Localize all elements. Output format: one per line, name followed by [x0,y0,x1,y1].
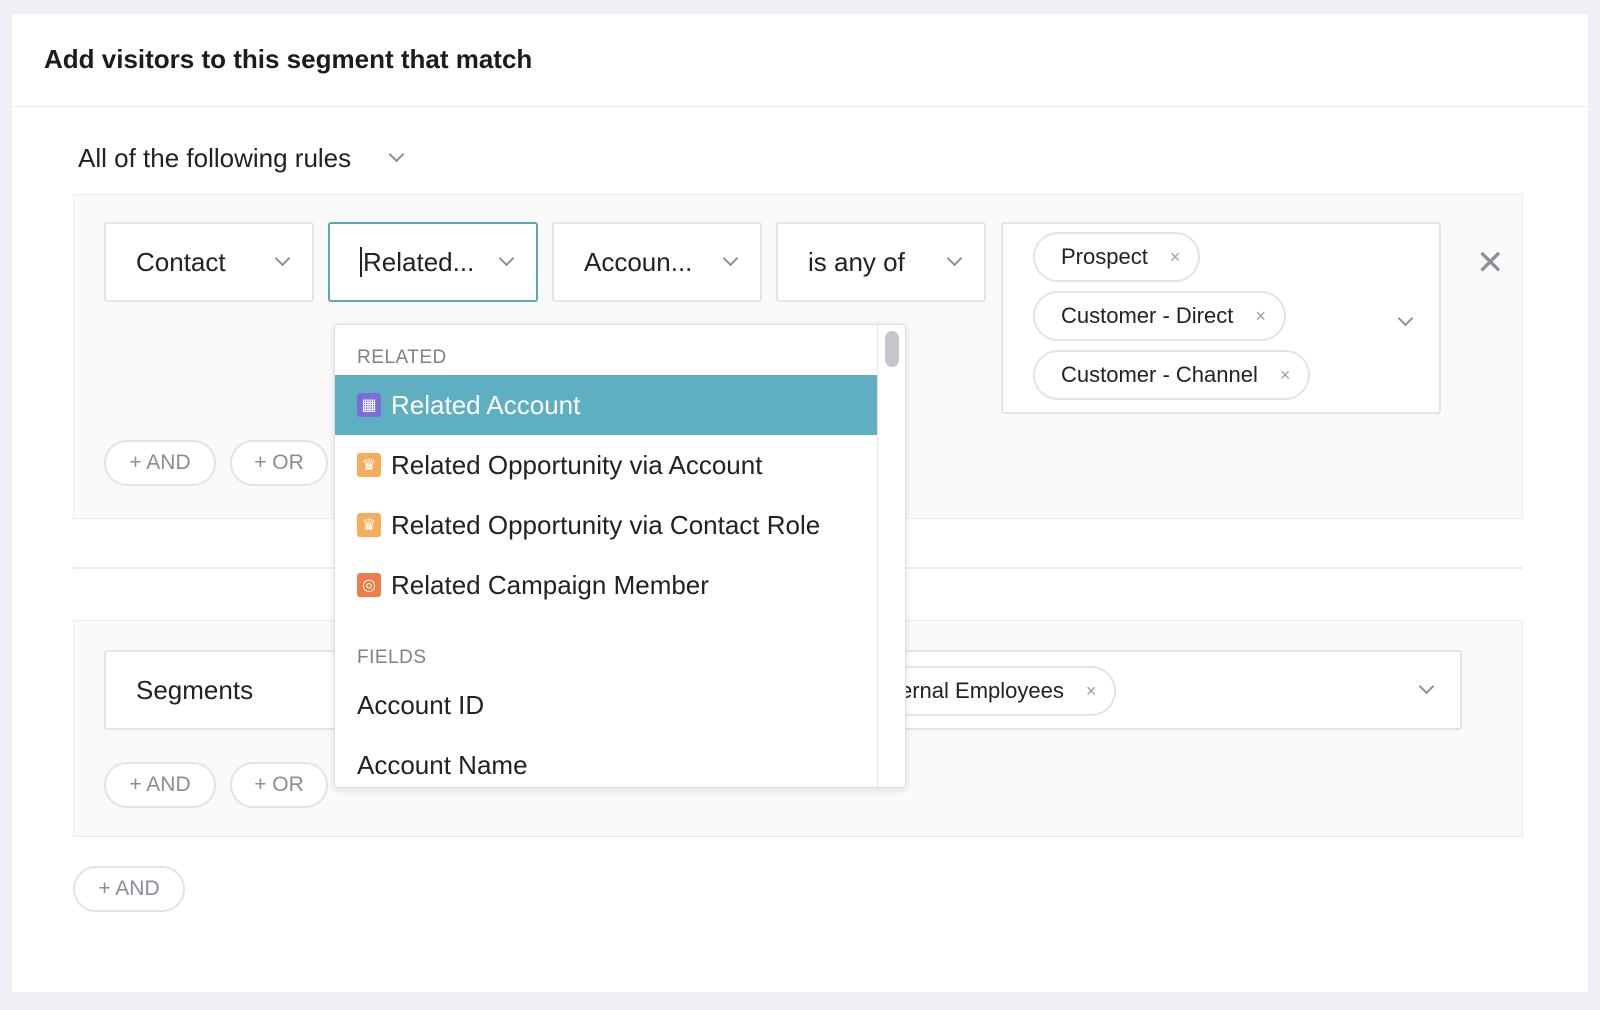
value-tag-label: Customer - Direct [1061,303,1234,328]
dropdown-item-label: Related Account [391,389,581,420]
crown-icon: ♛ [357,453,381,477]
chevron-down-icon [274,250,291,266]
operator-select-value: is any of [808,246,905,277]
tag-remove-icon[interactable]: × [1255,306,1266,327]
dropdown-item-related-account[interactable]: ▦ Related Account [335,375,879,435]
dropdown-item-label: Related Campaign Member [391,569,709,600]
crown-icon: ♛ [357,513,381,537]
object-select-value: Contact [136,246,226,277]
dropdown-item-label: Related Opportunity via Contact Role [391,509,821,540]
value-tag: ernal Employees × [870,666,1117,716]
dropdown-section-fields: FIELDS [357,647,427,668]
field-select-value: Accoun... [584,246,693,277]
relation-select[interactable]: Related... [328,222,538,302]
dropdown-section-related: RELATED [357,347,447,368]
dropdown-scrollbar[interactable] [877,325,905,787]
card-title: Add visitors to this segment that match [44,44,533,74]
segments-object-value: Segments [136,674,254,705]
dropdown-item-label: Related Opportunity via Account [391,449,763,480]
value-tag-label: Customer - Channel [1061,362,1258,387]
add-or-button[interactable]: + OR [230,762,328,808]
chevron-down-icon [722,250,739,266]
chevron-down-icon [498,250,515,266]
dropdown-scrollbar-thumb[interactable] [885,331,899,367]
card-header: Add visitors to this segment that match [12,14,1588,107]
relation-dropdown-menu: RELATED ▦ Related Account ♛ Related Oppo… [334,324,906,788]
value-multiselect[interactable]: Prospect × Customer - Direct × Customer … [1001,222,1441,414]
building-icon: ▦ [357,393,381,417]
match-mode-select[interactable]: All of the following rules [78,138,405,178]
target-icon: ◎ [357,573,381,597]
value-tag: Customer - Channel × [1033,350,1311,400]
dropdown-item-account-name[interactable]: Account Name [335,735,879,787]
add-or-button[interactable]: + OR [230,440,328,486]
relation-select-value: Related... [363,246,475,277]
tag-remove-icon[interactable]: × [1170,247,1181,268]
dropdown-item-related-campaign-member[interactable]: ◎ Related Campaign Member [335,555,879,615]
segment-rules-card: Add visitors to this segment that match … [12,14,1588,992]
value-tag: Prospect × [1033,232,1201,282]
add-and-button[interactable]: + AND [104,440,216,486]
value-tag-label: Prospect [1061,244,1148,269]
tag-remove-icon[interactable]: × [1280,365,1291,386]
object-select[interactable]: Contact [104,222,314,302]
add-and-button[interactable]: + AND [104,762,216,808]
text-cursor [360,246,362,277]
segments-object-select[interactable]: Segments [104,650,364,730]
match-mode-value: All of the following rules [78,142,352,173]
field-select[interactable]: Accoun... [552,222,762,302]
dropdown-item-account-id[interactable]: Account ID [335,675,879,735]
remove-rule-icon[interactable]: ✕ [1476,246,1505,280]
chevron-down-icon [946,250,963,266]
dropdown-item-related-opportunity-account[interactable]: ♛ Related Opportunity via Account [335,435,879,495]
value-tag: Customer - Direct × [1033,291,1286,341]
segments-value-multiselect[interactable]: ernal Employees × [870,650,1462,730]
chevron-down-icon [388,146,405,162]
chevron-down-icon [1397,310,1414,327]
dropdown-item-related-opportunity-contact-role[interactable]: ♛ Related Opportunity via Contact Role [335,495,879,555]
tag-remove-icon[interactable]: × [1086,681,1097,702]
value-tag-label: ernal Employees [900,678,1064,703]
operator-select[interactable]: is any of [776,222,986,302]
add-and-group-button[interactable]: + AND [73,866,185,912]
chevron-down-icon [1418,678,1435,695]
